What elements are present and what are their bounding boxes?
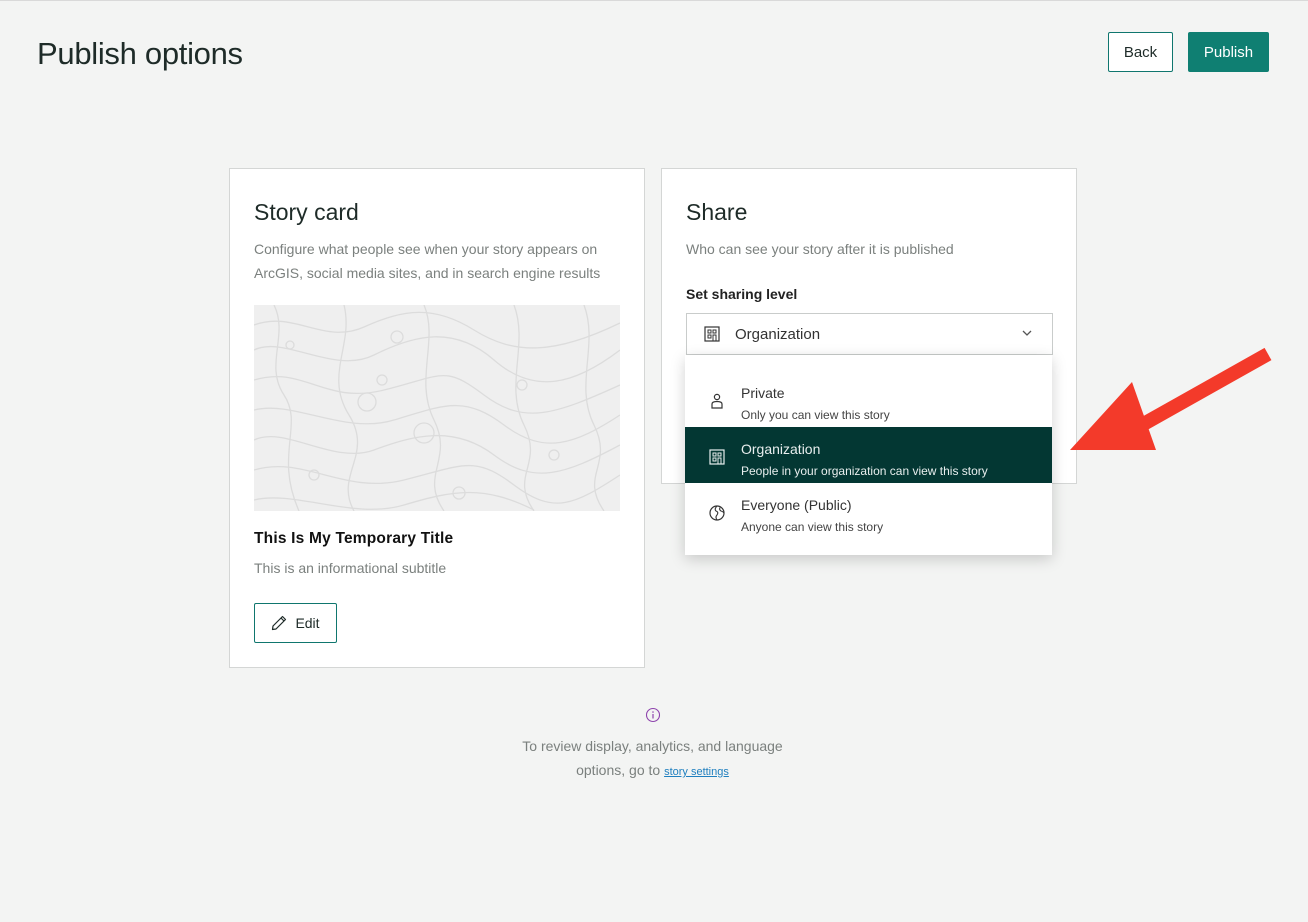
sharing-option-organization[interactable]: Organization People in your organization… [685, 427, 1052, 483]
sharing-level-label: Set sharing level [686, 286, 798, 302]
sharing-option-description: People in your organization can view thi… [741, 464, 988, 478]
topographic-pattern-image [254, 305, 620, 511]
info-icon [645, 707, 661, 723]
person-icon [711, 393, 723, 409]
sharing-option-private[interactable]: Private Only you can view this story [685, 371, 1052, 427]
publish-button[interactable]: Publish [1188, 32, 1269, 72]
settings-note-text: To review display, analytics, and langua… [522, 738, 783, 778]
sharing-option-label: Private [741, 385, 785, 401]
story-card-panel: Story card Configure what people see whe… [229, 168, 645, 668]
page-title: Publish options [37, 36, 243, 71]
sharing-level-dropdown: Private Only you can view this story Org… [685, 355, 1052, 555]
organization-icon [703, 325, 721, 343]
sharing-option-label: Organization [741, 441, 821, 457]
back-button[interactable]: Back [1108, 32, 1173, 72]
story-thumbnail [254, 305, 620, 511]
annotation-arrow-icon [1070, 347, 1272, 450]
settings-note: To review display, analytics, and langua… [500, 734, 805, 784]
sharing-option-label: Everyone (Public) [741, 497, 852, 513]
share-heading: Share [686, 199, 748, 225]
globe-icon [709, 505, 725, 521]
sharing-option-public[interactable]: Everyone (Public) Anyone can view this s… [685, 483, 1052, 539]
sharing-option-description: Only you can view this story [741, 408, 890, 422]
story-title: This Is My Temporary Title [254, 530, 454, 547]
edit-button[interactable]: Edit [254, 603, 337, 643]
edit-button-label: Edit [295, 615, 320, 631]
sharing-level-select[interactable]: Organization [686, 313, 1053, 355]
chevron-down-icon [1022, 330, 1032, 336]
sharing-level-value: Organization [735, 325, 821, 343]
share-description: Who can see your story after it is publi… [686, 241, 954, 257]
top-border [0, 0, 1308, 1]
story-card-heading: Story card [254, 199, 359, 225]
organization-icon [709, 449, 725, 465]
story-card-description: Configure what people see when your stor… [254, 241, 601, 281]
story-subtitle: This is an informational subtitle [254, 560, 447, 576]
sharing-option-description: Anyone can view this story [741, 520, 884, 534]
story-settings-link[interactable]: story settings [664, 766, 729, 778]
pencil-icon [272, 615, 287, 631]
